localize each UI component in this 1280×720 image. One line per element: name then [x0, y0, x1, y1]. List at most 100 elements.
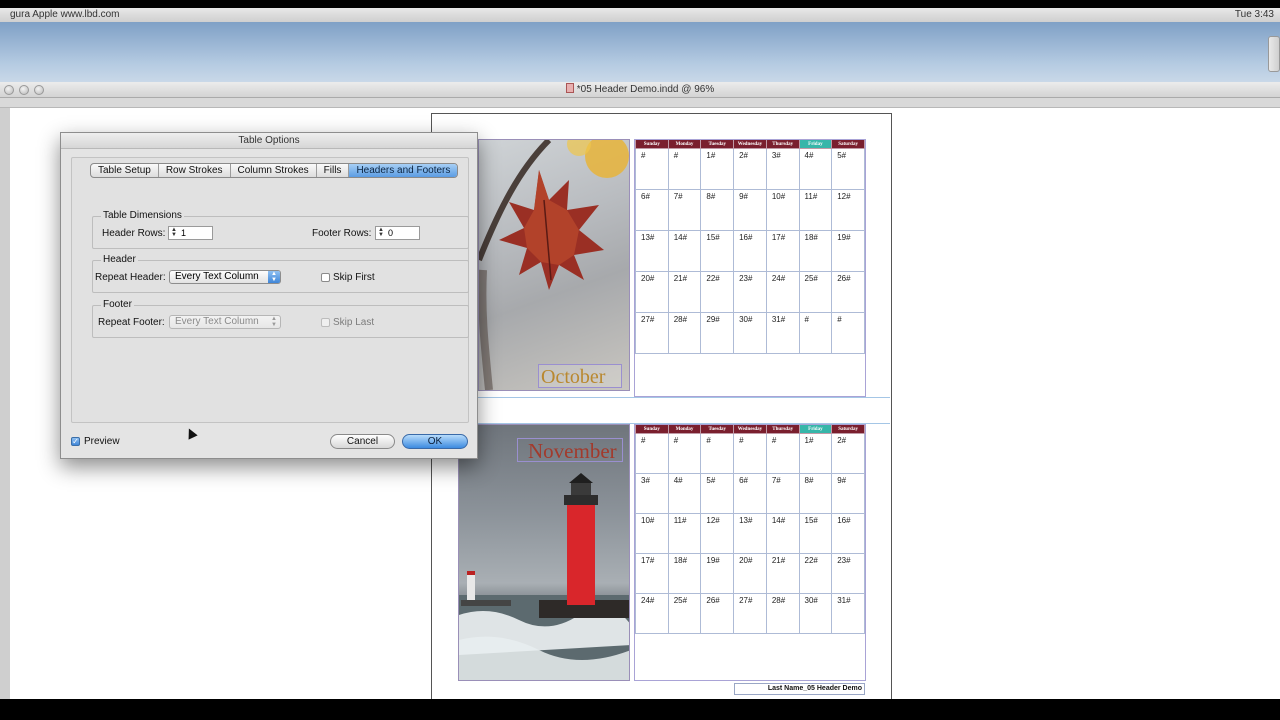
day-cell[interactable]: 22#: [798, 553, 833, 594]
day-cell[interactable]: 20#: [733, 553, 767, 594]
day-cell[interactable]: 17#: [765, 230, 800, 272]
zoom-window-button[interactable]: [34, 85, 44, 95]
day-cell[interactable]: 30#: [798, 593, 833, 634]
day-cell[interactable]: 23#: [733, 271, 767, 313]
day-cell[interactable]: 27#: [733, 593, 767, 634]
repeat-header-select[interactable]: Every Text Column ▲ ▼: [169, 270, 281, 284]
day-cell[interactable]: 1#: [700, 148, 735, 190]
day-cell[interactable]: #: [733, 433, 767, 474]
day-cell[interactable]: 15#: [798, 513, 833, 554]
day-cell[interactable]: 20#: [635, 271, 669, 313]
day-cell[interactable]: 10#: [765, 189, 800, 231]
day-cell[interactable]: #: [700, 433, 735, 474]
day-cell[interactable]: 13#: [733, 513, 767, 554]
tab-fills[interactable]: Fills: [317, 164, 350, 177]
day-cell[interactable]: 18#: [667, 553, 702, 594]
day-cell[interactable]: 16#: [733, 230, 767, 272]
day-cell[interactable]: 10#: [635, 513, 669, 554]
day-cell[interactable]: 11#: [798, 189, 833, 231]
tab-column-strokes[interactable]: Column Strokes: [231, 164, 317, 177]
day-cell[interactable]: 12#: [700, 513, 735, 554]
day-cell[interactable]: 7#: [667, 189, 702, 231]
day-cell[interactable]: #: [831, 312, 865, 354]
stepper-arrows-icon[interactable]: ▲ ▼: [378, 227, 384, 238]
minimize-window-button[interactable]: [19, 85, 29, 95]
day-cell[interactable]: #: [635, 433, 669, 474]
day-cell[interactable]: 8#: [700, 189, 735, 231]
day-cell[interactable]: 16#: [831, 513, 865, 554]
tab-table-setup[interactable]: Table Setup: [91, 164, 159, 177]
day-cell[interactable]: #: [667, 148, 702, 190]
day-cell[interactable]: 25#: [667, 593, 702, 634]
day-cell[interactable]: 4#: [667, 473, 702, 514]
day-cell[interactable]: #: [667, 433, 702, 474]
day-cell[interactable]: 31#: [831, 593, 865, 634]
day-cell[interactable]: 9#: [831, 473, 865, 514]
day-cell[interactable]: 12#: [831, 189, 865, 231]
day-cell[interactable]: 24#: [635, 593, 669, 634]
day-cell[interactable]: 6#: [635, 189, 669, 231]
day-cell[interactable]: 5#: [700, 473, 735, 514]
header-rows-stepper[interactable]: ▲ ▼ 1: [168, 226, 213, 240]
close-window-button[interactable]: [4, 85, 14, 95]
october-month-label[interactable]: October: [538, 364, 622, 388]
day-cell[interactable]: 27#: [635, 312, 669, 354]
day-cell[interactable]: 2#: [733, 148, 767, 190]
day-cell[interactable]: 23#: [831, 553, 865, 594]
day-cell[interactable]: #: [798, 312, 833, 354]
day-cell[interactable]: 15#: [700, 230, 735, 272]
day-cell[interactable]: 18#: [798, 230, 833, 272]
day-cell[interactable]: 3#: [635, 473, 669, 514]
repeat-footer-select[interactable]: Every Text Column ▲ ▼: [169, 315, 281, 329]
skip-last-checkbox[interactable]: [321, 318, 330, 327]
scroll-handle[interactable]: [1268, 36, 1280, 72]
day-cell[interactable]: #: [635, 148, 669, 190]
menubar-clock: Tue 3:43: [1234, 9, 1274, 20]
october-maple-leaf-photo[interactable]: [478, 139, 630, 391]
day-cell[interactable]: 19#: [700, 553, 735, 594]
tab-headers-and-footers[interactable]: Headers and Footers: [349, 164, 458, 177]
stepper-arrows-icon[interactable]: ▲ ▼: [171, 227, 177, 238]
day-cell[interactable]: 30#: [733, 312, 767, 354]
skip-first-checkbox[interactable]: [321, 273, 330, 282]
day-header: Saturday: [831, 139, 865, 149]
cancel-button[interactable]: Cancel: [330, 434, 395, 449]
day-cell[interactable]: 24#: [765, 271, 800, 313]
day-cell[interactable]: 3#: [765, 148, 800, 190]
day-cell[interactable]: 29#: [700, 312, 735, 354]
horizontal-guide[interactable]: [478, 397, 890, 398]
day-cell[interactable]: 14#: [765, 513, 800, 554]
day-cell[interactable]: 14#: [667, 230, 702, 272]
day-cell[interactable]: 8#: [798, 473, 833, 514]
day-cell[interactable]: 26#: [700, 593, 735, 634]
repeat-header-label: Repeat Header:: [95, 272, 166, 283]
november-month-label[interactable]: November: [517, 438, 623, 463]
day-cell[interactable]: 13#: [635, 230, 669, 272]
november-calendar-table[interactable]: Sunday Monday Tuesday Wednesday Thursday…: [635, 424, 865, 634]
day-cell[interactable]: 7#: [765, 473, 800, 514]
tab-row-strokes[interactable]: Row Strokes: [159, 164, 231, 177]
footer-rows-stepper[interactable]: ▲ ▼ 0: [375, 226, 420, 240]
day-cell[interactable]: #: [765, 433, 800, 474]
day-cell[interactable]: 6#: [733, 473, 767, 514]
day-cell[interactable]: 17#: [635, 553, 669, 594]
day-cell[interactable]: 1#: [798, 433, 833, 474]
day-cell[interactable]: 21#: [667, 271, 702, 313]
ok-button[interactable]: OK: [402, 434, 468, 449]
preview-checkbox[interactable]: ✓: [71, 437, 80, 446]
day-cell[interactable]: 4#: [798, 148, 833, 190]
day-cell[interactable]: 25#: [798, 271, 833, 313]
day-cell[interactable]: 22#: [700, 271, 735, 313]
day-cell[interactable]: 19#: [831, 230, 865, 272]
day-cell[interactable]: 26#: [831, 271, 865, 313]
day-cell[interactable]: 11#: [667, 513, 702, 554]
day-cell[interactable]: 21#: [765, 553, 800, 594]
day-cell[interactable]: 28#: [765, 593, 800, 634]
day-cell[interactable]: 31#: [765, 312, 800, 354]
day-cell[interactable]: 2#: [831, 433, 865, 474]
day-cell[interactable]: 28#: [667, 312, 702, 354]
october-calendar-table[interactable]: Sunday Monday Tuesday Wednesday Thursday…: [635, 139, 865, 354]
page-footer-slug[interactable]: Last Name_05 Header Demo: [734, 683, 865, 695]
day-cell[interactable]: 5#: [831, 148, 865, 190]
day-cell[interactable]: 9#: [733, 189, 767, 231]
